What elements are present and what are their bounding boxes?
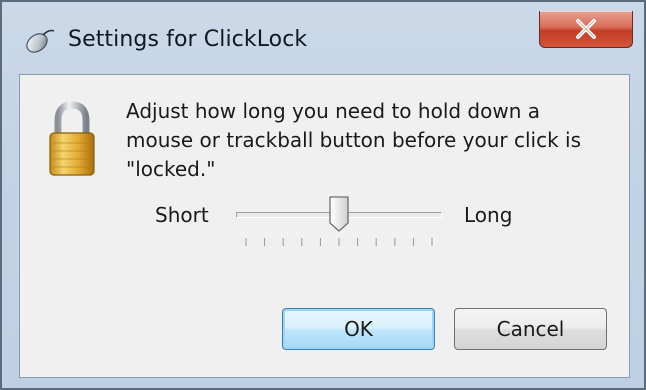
ok-button[interactable]: OK bbox=[282, 308, 435, 350]
mouse-icon bbox=[22, 27, 56, 55]
clicklock-duration-slider[interactable] bbox=[236, 195, 442, 255]
close-button[interactable] bbox=[539, 11, 633, 48]
clicklock-settings-window: Settings for ClickLock Adjust how long y… bbox=[0, 0, 646, 390]
padlock-icon bbox=[48, 101, 96, 179]
slider-ticks bbox=[245, 238, 433, 246]
dialog-client-area: Adjust how long you need to hold down a … bbox=[19, 74, 630, 378]
title-bar[interactable]: Settings for ClickLock bbox=[2, 2, 644, 70]
cancel-button[interactable]: Cancel bbox=[454, 308, 607, 350]
slider-min-label: Short bbox=[155, 203, 209, 227]
close-icon bbox=[576, 19, 596, 39]
slider-max-label: Long bbox=[464, 203, 513, 227]
slider-thumb[interactable] bbox=[328, 195, 350, 233]
window-title: Settings for ClickLock bbox=[68, 27, 308, 52]
instruction-text: Adjust how long you need to hold down a … bbox=[126, 99, 582, 181]
